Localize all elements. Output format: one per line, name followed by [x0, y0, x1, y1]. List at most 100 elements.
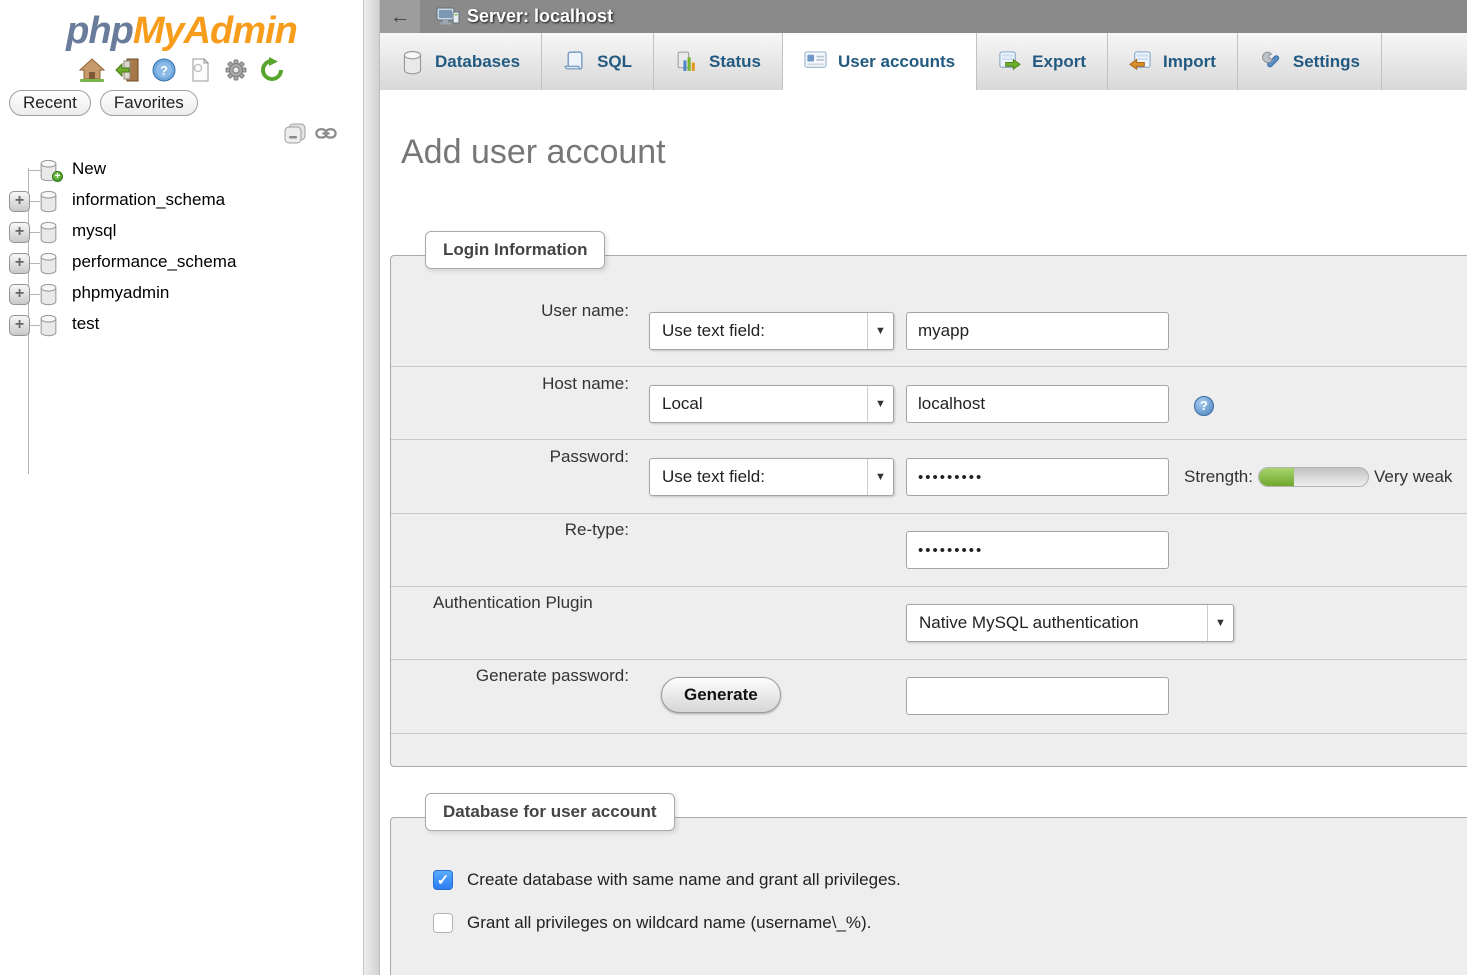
help-icon[interactable]: ? — [151, 57, 177, 83]
phpmyadmin-logo[interactable]: phpMyAdmin — [0, 10, 363, 53]
tree-item-database[interactable]: + mysql — [0, 217, 363, 248]
password-input[interactable] — [906, 458, 1169, 496]
logout-icon[interactable] — [115, 57, 141, 83]
wrench-icon — [1259, 50, 1282, 73]
tab-label: Databases — [435, 52, 520, 72]
status-icon — [675, 50, 698, 73]
import-icon — [1129, 50, 1152, 73]
tree-item-new[interactable]: + New — [0, 155, 363, 186]
home-icon[interactable] — [79, 57, 105, 83]
create-database-option: ✓ Create database with same name and gra… — [433, 870, 901, 890]
hostname-label: Host name: — [391, 374, 629, 394]
password-type-select[interactable]: Use text field: ▼ — [649, 458, 894, 496]
refresh-icon[interactable] — [259, 57, 285, 83]
hostname-type-select[interactable]: Local ▼ — [649, 385, 894, 423]
retype-password-input[interactable] — [906, 531, 1169, 569]
tab-label: User accounts — [838, 52, 955, 72]
back-button[interactable]: ← — [380, 0, 420, 33]
tree-item-database[interactable]: + performance_schema — [0, 248, 363, 279]
grant-wildcard-checkbox[interactable] — [433, 913, 453, 933]
expand-icon[interactable]: + — [9, 253, 30, 274]
help-icon[interactable]: ? — [1194, 396, 1214, 416]
tab-user-accounts[interactable]: User accounts — [783, 33, 977, 90]
checkbox-label[interactable]: Grant all privileges on wildcard name (u… — [467, 913, 871, 933]
link-icon[interactable] — [315, 127, 337, 141]
auth-plugin-label: Authentication Plugin — [433, 593, 833, 613]
username-input[interactable] — [906, 312, 1169, 350]
favorites-button[interactable]: Favorites — [100, 90, 198, 116]
tree-label[interactable]: performance_schema — [72, 252, 236, 272]
tab-import[interactable]: Import — [1108, 33, 1238, 90]
sidebar-resize-divider[interactable] — [363, 0, 380, 975]
user-accounts-icon — [804, 50, 827, 73]
expand-icon[interactable]: + — [9, 191, 30, 212]
username-label: User name: — [391, 301, 629, 321]
row-divider — [391, 586, 1467, 587]
tab-label: Settings — [1293, 52, 1360, 72]
generated-password-input[interactable] — [906, 677, 1169, 715]
row-divider — [391, 513, 1467, 514]
select-value: Use text field: — [650, 467, 867, 487]
tab-export[interactable]: Export — [977, 33, 1108, 90]
database-icon — [38, 190, 59, 213]
tree-label[interactable]: test — [72, 314, 99, 334]
tree-label[interactable]: mysql — [72, 221, 116, 241]
tree-item-database[interactable]: + information_schema — [0, 186, 363, 217]
expand-icon[interactable]: + — [9, 284, 30, 305]
login-information-fieldset: Login Information User name: Use text fi… — [390, 255, 1467, 767]
tab-label: Export — [1032, 52, 1086, 72]
tab-databases[interactable]: Databases — [380, 33, 542, 90]
database-tree: + New + information_schema + mysql + per… — [0, 152, 363, 352]
username-type-select[interactable]: Use text field: ▼ — [649, 312, 894, 350]
tab-settings[interactable]: Settings — [1238, 33, 1382, 90]
expand-icon[interactable]: + — [9, 222, 30, 243]
tab-label: SQL — [597, 52, 632, 72]
strength-label: Strength: — [1184, 467, 1253, 487]
page-content: Add user account Login Information User … — [380, 90, 1467, 975]
main-panel: ← Server: localhost Databases SQL Status… — [380, 0, 1467, 975]
database-icon — [38, 221, 59, 244]
server-breadcrumb-bar: ← Server: localhost — [380, 0, 1467, 33]
password-strength: Strength: Very weak — [1184, 467, 1452, 487]
recent-button[interactable]: Recent — [9, 90, 91, 116]
collapse-all-icon[interactable] — [283, 122, 307, 146]
checkbox-label[interactable]: Create database with same name and grant… — [467, 870, 901, 890]
create-database-checkbox[interactable]: ✓ — [433, 870, 453, 890]
chevron-down-icon: ▼ — [1207, 605, 1233, 641]
select-value: Use text field: — [650, 321, 867, 341]
tree-label[interactable]: phpmyadmin — [72, 283, 169, 303]
logo-myadmin: MyAdmin — [133, 10, 297, 52]
server-icon — [436, 7, 460, 27]
tree-label-new[interactable]: New — [72, 159, 106, 179]
svg-text:?: ? — [160, 63, 168, 78]
strength-meter — [1258, 467, 1369, 487]
export-icon — [998, 50, 1021, 73]
sql-icon — [563, 50, 586, 73]
retype-label: Re-type: — [391, 520, 629, 540]
logo-php: php — [66, 10, 133, 52]
grant-wildcard-option: Grant all privileges on wildcard name (u… — [433, 913, 871, 933]
login-information-legend: Login Information — [425, 231, 605, 269]
tree-item-database[interactable]: + phpmyadmin — [0, 279, 363, 310]
database-icon — [38, 252, 59, 275]
sidebar-quick-tabs: Recent Favorites — [9, 90, 198, 116]
tree-item-database[interactable]: + test — [0, 310, 363, 341]
auth-plugin-select[interactable]: Native MySQL authentication ▼ — [906, 604, 1234, 642]
chevron-down-icon: ▼ — [867, 313, 893, 349]
row-divider — [391, 366, 1467, 367]
sidebar: phpMyAdmin ? Recent Favorites + New + in… — [0, 0, 363, 975]
settings-icon[interactable] — [223, 57, 249, 83]
strength-text: Very weak — [1374, 467, 1452, 487]
tab-status[interactable]: Status — [654, 33, 783, 90]
hostname-input[interactable] — [906, 385, 1169, 423]
breadcrumb: Server: localhost — [420, 0, 613, 33]
generate-button[interactable]: Generate — [661, 677, 781, 713]
plus-badge-icon: + — [52, 171, 63, 182]
chevron-down-icon: ▼ — [867, 386, 893, 422]
server-title-text: Server: localhost — [467, 6, 613, 27]
tree-label[interactable]: information_schema — [72, 190, 225, 210]
docs-icon[interactable] — [187, 57, 213, 83]
tab-sql[interactable]: SQL — [542, 33, 654, 90]
select-value: Native MySQL authentication — [907, 613, 1207, 633]
expand-icon[interactable]: + — [9, 315, 30, 336]
